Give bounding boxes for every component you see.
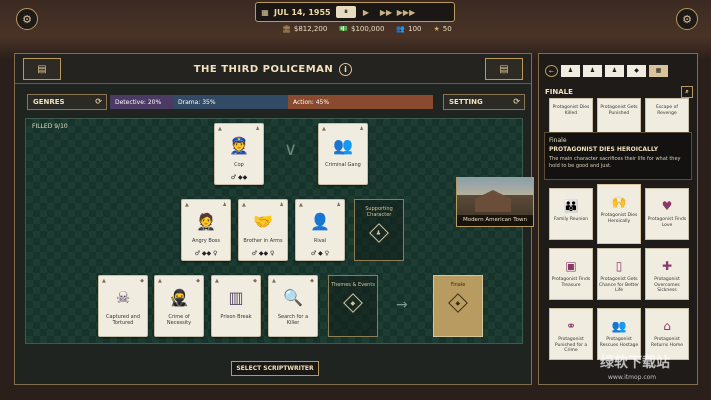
filled-counter: FILLED 9/10 bbox=[32, 123, 68, 130]
star-icon: ★ bbox=[433, 25, 440, 33]
library-card[interactable]: ▯ Protagonist Gets Chance for Better Life bbox=[597, 248, 641, 300]
bank-icon: 🏛 bbox=[282, 25, 291, 33]
fastest-button[interactable]: ▶▶▶ bbox=[396, 8, 416, 17]
info-icon[interactable]: i bbox=[339, 63, 353, 76]
fast-forward-button[interactable]: ▶▶ bbox=[376, 8, 396, 17]
page-title: THE THIRD POLICEMAN i bbox=[15, 63, 531, 76]
boss-icon: 🤵 bbox=[196, 212, 216, 231]
rescue-icon: 👥 bbox=[611, 319, 627, 333]
genre-action[interactable]: Action: 45% bbox=[288, 95, 433, 109]
script-panel: ▤ THE THIRD POLICEMAN i ▤ GENRES ⟳ Detect… bbox=[14, 53, 534, 385]
chevron-down-icon: ∨ bbox=[284, 139, 298, 160]
card-library-panel: ← ♟ ♟ ♟ ◆ ▦ FINALE ⌕ Protagonist Dies Ki… bbox=[538, 53, 698, 385]
card-criminal-gang[interactable]: ▲ ♟ 👥 Criminal Gang bbox=[318, 123, 368, 185]
budget-stat: 💵 $100,000 bbox=[339, 25, 385, 33]
options-gear-icon[interactable]: ⚙ bbox=[676, 8, 698, 30]
genres-label: GENRES ⟳ bbox=[27, 94, 107, 110]
genre-drama[interactable]: Drama: 35% bbox=[173, 95, 288, 109]
library-card[interactable]: Protagonist Gets Punished bbox=[597, 98, 641, 134]
library-section-title: FINALE ⌕ bbox=[545, 85, 693, 99]
title-row: ▤ THE THIRD POLICEMAN i ▤ bbox=[15, 54, 531, 84]
library-card[interactable]: ♥ Protagonist Finds Love bbox=[645, 188, 689, 240]
prison-bars-icon: ▥ bbox=[228, 288, 244, 307]
setting-label: SETTING ⟳ bbox=[443, 94, 525, 110]
criminal-icon: 🥷 bbox=[169, 288, 189, 307]
police-cap-icon: 👮 bbox=[229, 136, 249, 155]
library-tabs: ← ♟ ♟ ♟ ◆ ▦ bbox=[545, 64, 695, 78]
gang-icon: 👥 bbox=[333, 136, 353, 155]
watermark-url: www.itmop.com bbox=[608, 374, 657, 381]
handshake-icon: 🤝 bbox=[253, 212, 273, 231]
money-stat: 🏛 $812,200 bbox=[282, 25, 328, 33]
card-tooltip: Finale PROTAGONIST DIES HEROICALLY The m… bbox=[544, 132, 692, 180]
slot-supporting-character[interactable]: Supporting Character ♟ bbox=[354, 199, 404, 261]
calendar-icon: ▦ bbox=[261, 7, 269, 17]
card-crime-of-necessity[interactable]: ▲ ◆ 🥷 Crime of Necessity bbox=[154, 275, 204, 337]
setting-image[interactable]: Modern American Town bbox=[456, 177, 534, 227]
finale-slot-icon: ◆ bbox=[448, 293, 468, 313]
date-bar: ▦ JUL 14, 1955 ⏸ ▶ ▶▶ ▶▶▶ bbox=[255, 2, 455, 22]
handcuffs-icon: ⚭ bbox=[565, 319, 577, 333]
card-brother-in-arms[interactable]: ▲ ♟ 🤝 Brother in Arms ♂ ◆◆ ♀ bbox=[238, 199, 288, 261]
house-illustration bbox=[475, 190, 511, 212]
card-angry-boss[interactable]: ▲ ♟ 🤵 Angry Boss ♂ ◆◆ ♀ bbox=[181, 199, 231, 261]
watermark: 绿软下载站 bbox=[600, 355, 670, 371]
search-icon[interactable]: ⌕ bbox=[681, 86, 693, 98]
family-icon: 👪 bbox=[563, 199, 579, 213]
rival-icon: 👤 bbox=[310, 212, 330, 231]
card-search-for-killer[interactable]: ▲ ◆ 🔍 Search for a Killer bbox=[268, 275, 318, 337]
library-card-selected[interactable]: 🙌 Protagonist Dies Heroically bbox=[597, 184, 641, 244]
setting-refresh-icon[interactable]: ⟳ bbox=[513, 95, 520, 109]
library-card[interactable]: Protagonist Dies Killed bbox=[549, 98, 593, 134]
medicine-icon: ✚ bbox=[661, 259, 673, 273]
resource-stats: 🏛 $812,200 💵 $100,000 👥 100 ★ 50 bbox=[282, 25, 452, 33]
character-slot-icon: ♟ bbox=[369, 223, 389, 243]
tab-character-group[interactable]: ♟ bbox=[605, 65, 624, 77]
captured-icon: ☠ bbox=[115, 288, 131, 307]
card-cop[interactable]: ▲ ♟ 👮 Cop ♂ ◆◆ bbox=[214, 123, 264, 185]
door-icon: ▯ bbox=[615, 259, 623, 273]
script-archive-button[interactable]: ▤ bbox=[485, 58, 523, 80]
settings-gear-icon[interactable]: ⚙ bbox=[16, 8, 38, 30]
library-card[interactable]: ▣ Protagonist Finds Treasure bbox=[549, 248, 593, 300]
current-date: JUL 14, 1955 bbox=[274, 7, 331, 17]
traits-icon: ♂ ◆ ♀ bbox=[310, 250, 330, 257]
theme-slot-icon: ◆ bbox=[343, 293, 363, 313]
story-board: FILLED 9/10 ▲ ♟ 👮 Cop ♂ ◆◆ ∨ ▲ ♟ 👥 Crimina… bbox=[25, 118, 534, 344]
back-arrow-icon[interactable]: ← bbox=[545, 65, 558, 77]
stars-stat: ★ 50 bbox=[433, 25, 452, 33]
select-scriptwriter-button[interactable]: SELECT SCRIPTWRITER bbox=[231, 361, 319, 376]
tab-character-main[interactable]: ♟ bbox=[561, 65, 580, 77]
traits-icon: ♂ ◆◆ ♀ bbox=[251, 250, 275, 257]
play-button[interactable]: ▶ bbox=[356, 8, 376, 17]
people-icon: 👥 bbox=[396, 25, 406, 33]
slot-finale[interactable]: Finale ◆ bbox=[433, 275, 483, 337]
slot-themes-events[interactable]: Themes & Events ◆ bbox=[328, 275, 378, 337]
traits-icon: ♂ ◆◆ bbox=[230, 174, 248, 181]
tab-events[interactable]: ◆ bbox=[627, 65, 646, 77]
genre-bar: Detective: 20% Drama: 35% Action: 45% bbox=[110, 95, 433, 109]
tab-character-secondary[interactable]: ♟ bbox=[583, 65, 602, 77]
card-captured-tortured[interactable]: ▲ ◆ ☠ Captured and Tortured bbox=[98, 275, 148, 337]
pause-button[interactable]: ⏸ bbox=[336, 6, 356, 18]
card-prison-break[interactable]: ▲ ◆ ▥ Prison Break bbox=[211, 275, 261, 337]
tab-finale[interactable]: ▦ bbox=[649, 65, 668, 77]
library-card[interactable]: 👪 Family Reunion bbox=[549, 188, 593, 240]
genre-detective[interactable]: Detective: 20% bbox=[110, 95, 173, 109]
magnifier-icon: 🔍 bbox=[283, 288, 303, 307]
card-rival[interactable]: ▲ ♟ 👤 Rival ♂ ◆ ♀ bbox=[295, 199, 345, 261]
heart-icon: ♥ bbox=[661, 199, 673, 213]
genres-refresh-icon[interactable]: ⟳ bbox=[95, 95, 102, 109]
traits-icon: ♂ ◆◆ ♀ bbox=[194, 250, 218, 257]
arrow-right-icon: → bbox=[396, 297, 408, 313]
treasure-icon: ▣ bbox=[565, 259, 577, 273]
cash-icon: 💵 bbox=[339, 25, 349, 33]
library-card[interactable]: Escape of Revenge bbox=[645, 98, 689, 134]
fans-stat: 👥 100 bbox=[396, 25, 422, 33]
library-card[interactable]: ✚ Protagonist Overcomes Sickness bbox=[645, 248, 689, 300]
library-card[interactable]: ⚭ Protagonist Punished for a Crime bbox=[549, 308, 593, 360]
home-icon: ⌂ bbox=[663, 319, 671, 333]
heroic-icon: 🙌 bbox=[611, 195, 627, 209]
